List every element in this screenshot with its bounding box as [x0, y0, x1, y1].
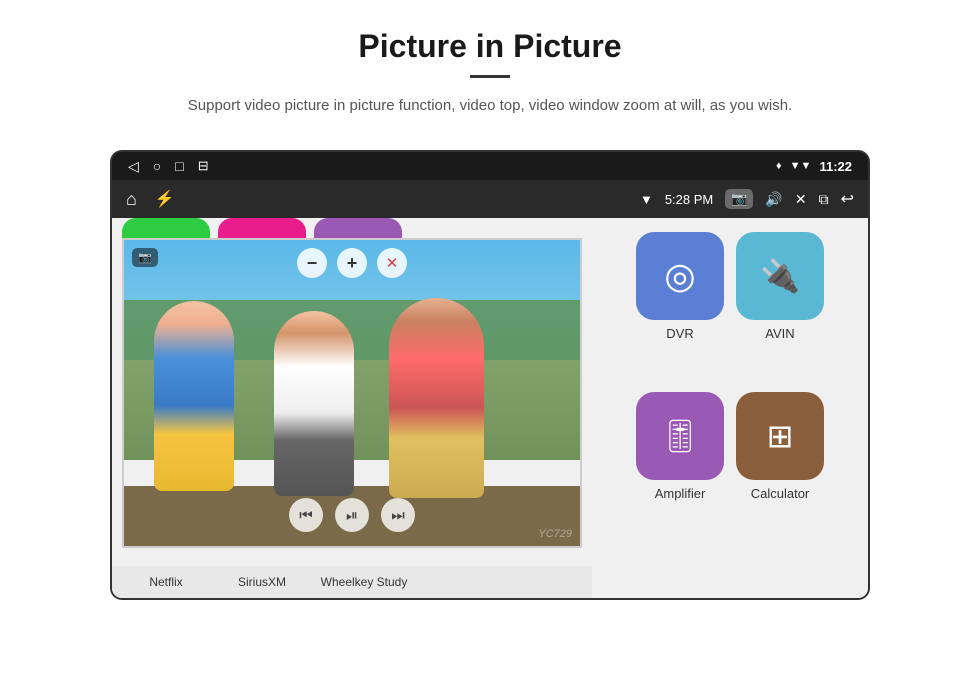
close-button[interactable]: ✕ [795, 191, 807, 208]
video-section: 📷 − + ✕ ⏮ ⏯ ⏭ [112, 218, 592, 598]
amplifier-icon: 🎚 [636, 392, 724, 480]
pip-camera-indicator: 📷 [132, 248, 158, 267]
amplifier-label: Amplifier [655, 486, 706, 501]
toolbar-right: ▼ 5:28 PM 📷 🔊 ✕ ⧉ ↩ [640, 189, 854, 209]
car-toolbar: ⌂ ⚡ ▼ 5:28 PM 📷 🔊 ✕ ⧉ ↩ [112, 180, 868, 218]
statusbar-time: 11:22 [819, 159, 852, 174]
app-row-1: ◎ DVR 🔌 AVIN [608, 232, 852, 341]
page-subtitle: Support video picture in picture functio… [100, 94, 880, 118]
calculator-label: Calculator [751, 486, 810, 501]
location-icon: ♦ [776, 160, 782, 172]
back-button[interactable]: ↩ [841, 189, 854, 209]
bottom-app-labels-left: Netflix SiriusXM Wheelkey Study [112, 566, 592, 598]
usb-icon[interactable]: ⚡ [155, 189, 175, 209]
toolbar-left: ⌂ ⚡ [126, 189, 175, 210]
title-divider [470, 75, 510, 78]
play-btn[interactable]: ⏯ [335, 498, 369, 532]
avin-app[interactable]: 🔌 AVIN [736, 232, 824, 341]
pip-video: 📷 − + ✕ ⏮ ⏯ ⏭ [122, 238, 582, 548]
pip-playback-controls: ⏮ ⏯ ⏭ [289, 498, 415, 532]
next-btn[interactable]: ⏭ [381, 498, 415, 532]
prev-btn[interactable]: ⏮ [289, 498, 323, 532]
page-title: Picture in Picture [60, 28, 920, 65]
avin-icon: 🔌 [736, 232, 824, 320]
calculator-icon: ⊞ [736, 392, 824, 480]
toolbar-time: 5:28 PM [665, 192, 713, 207]
statusbar-nav: ◁ ○ □ ⊟ [128, 158, 209, 175]
pip-minus-btn[interactable]: − [297, 248, 327, 278]
netflix-label: Netflix [122, 575, 210, 589]
menu-nav-icon[interactable]: ⊟ [198, 158, 209, 174]
avin-label: AVIN [765, 326, 794, 341]
pip-overlay: 📷 − + ✕ ⏮ ⏯ ⏭ [124, 240, 580, 546]
wifi-signal-icon: ▼▼ [790, 160, 812, 172]
main-content: 📷 − + ✕ ⏮ ⏯ ⏭ [112, 218, 868, 598]
wheelkey-label: Wheelkey Study [314, 575, 414, 589]
home-icon[interactable]: ⌂ [126, 189, 137, 210]
dvr-icon: ◎ [636, 232, 724, 320]
camera-button[interactable]: 📷 [725, 189, 753, 209]
page-wrapper: Picture in Picture Support video picture… [0, 0, 980, 691]
pip-size-controls: − + ✕ [297, 248, 407, 278]
dvr-label: DVR [666, 326, 693, 341]
device-frame: ◁ ○ □ ⊟ ♦ ▼▼ 11:22 ⌂ ⚡ ▼ 5:28 PM 📷 🔊 [110, 150, 870, 600]
android-statusbar: ◁ ○ □ ⊟ ♦ ▼▼ 11:22 [112, 152, 868, 180]
window-button[interactable]: ⧉ [819, 191, 829, 208]
app-row-2: 🎚 Amplifier ⊞ Calculator [608, 392, 852, 501]
back-nav-icon[interactable]: ◁ [128, 158, 139, 175]
recent-nav-icon[interactable]: □ [175, 158, 183, 174]
pip-close-btn[interactable]: ✕ [377, 248, 407, 278]
pip-plus-btn[interactable]: + [337, 248, 367, 278]
statusbar-right: ♦ ▼▼ 11:22 [776, 159, 852, 174]
amplifier-app[interactable]: 🎚 Amplifier [636, 392, 724, 501]
page-header: Picture in Picture Support video picture… [0, 0, 980, 136]
home-nav-icon[interactable]: ○ [153, 158, 161, 174]
app-grid: ◎ DVR 🔌 AVIN 🎚 Amplifier ⊞ [592, 218, 868, 598]
wifi-icon: ▼ [640, 192, 653, 207]
siriusxm-label: SiriusXM [218, 575, 306, 589]
dvr-app[interactable]: ◎ DVR [636, 232, 724, 341]
watermark: YC729 [538, 528, 572, 540]
calculator-app[interactable]: ⊞ Calculator [736, 392, 824, 501]
volume-button[interactable]: 🔊 [765, 191, 782, 208]
